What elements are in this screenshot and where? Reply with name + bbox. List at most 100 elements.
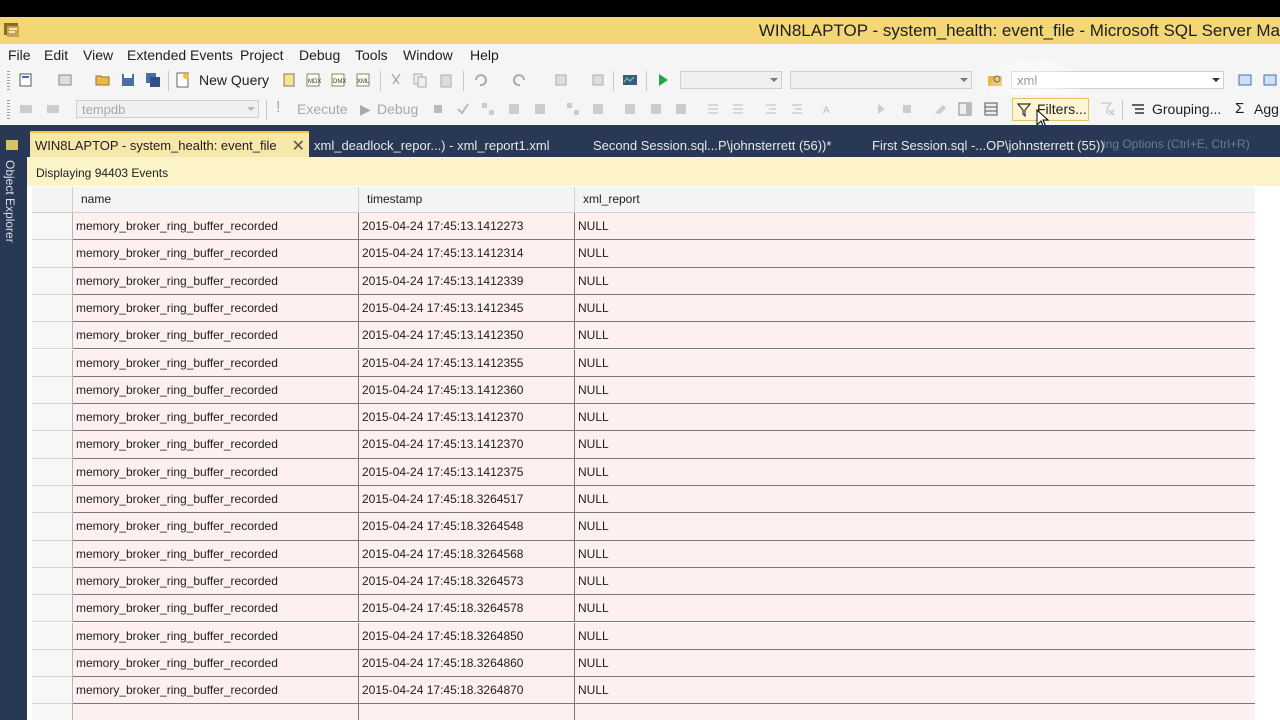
table-row[interactable]: memory_broker_ring_buffer_recorded 2015-0… [32,376,1256,405]
menu-tools[interactable]: Tools [353,46,390,64]
menu-project[interactable]: Project [238,46,286,64]
dmx-query-icon[interactable]: DMX [330,72,346,88]
cell-timestamp[interactable]: 2015-04-24 17:45:18.3264573 [359,567,575,596]
cell-xml-report[interactable]: NULL [575,595,1256,623]
cell-name[interactable]: memory_broker_ring_buffer_recorded [73,349,359,377]
object-explorer-icon[interactable] [1262,72,1278,88]
table-row[interactable]: memory_broker_ring_buffer_recorded 2015-0… [32,349,1256,377]
table-row[interactable]: memory_broker_ring_buffer_recorded 2015-0… [32,294,1256,323]
row-header[interactable] [32,267,73,295]
specify-values-icon[interactable]: A [822,101,838,117]
menu-view[interactable]: View [81,46,115,64]
cell-timestamp[interactable]: 2015-04-24 17:45:18.3264578 [359,595,575,623]
close-icon[interactable]: ✕ [292,136,305,156]
events-grid[interactable]: name timestamp xml_report memory_broker_… [32,187,1256,720]
xmla-query-icon[interactable]: XML [355,72,371,88]
grouping-button[interactable]: Grouping... [1152,101,1221,117]
save-all-icon[interactable] [145,72,161,88]
table-cell[interactable] [359,704,575,720]
cell-name[interactable]: memory_broker_ring_buffer_recorded [73,677,359,705]
table-row[interactable]: memory_broker_ring_buffer_recorded 2015-0… [32,213,1256,241]
cell-name[interactable]: memory_broker_ring_buffer_recorded [73,404,359,432]
filters-button[interactable]: Filters... [1012,98,1089,121]
start-icon[interactable] [655,72,671,88]
clear-filters-icon[interactable] [1099,101,1115,117]
row-header[interactable] [32,240,73,268]
table-row[interactable]: memory_broker_ring_buffer_recorded 2015-0… [32,267,1256,295]
cell-timestamp[interactable]: 2015-04-24 17:45:13.1412360 [359,376,575,405]
solution-platform-dropdown[interactable] [790,71,972,89]
row-header[interactable] [32,431,73,459]
include-plan-icon[interactable] [565,101,581,117]
navigate-backward-icon[interactable] [553,72,569,88]
cell-name[interactable]: memory_broker_ring_buffer_recorded [73,649,359,678]
row-header[interactable] [32,567,73,596]
save-icon[interactable] [120,72,136,88]
table-row[interactable]: memory_broker_ring_buffer_recorded 2015-0… [32,513,1256,541]
activity-monitor-icon[interactable] [622,72,638,88]
cell-xml-report[interactable]: NULL [575,431,1256,459]
results-to-grid-icon[interactable] [648,101,664,117]
cell-name[interactable]: memory_broker_ring_buffer_recorded [73,376,359,405]
cell-name[interactable]: memory_broker_ring_buffer_recorded [73,486,359,514]
cell-name[interactable]: memory_broker_ring_buffer_recorded [73,540,359,568]
choose-columns-icon[interactable] [983,101,999,117]
open-folder-icon[interactable] [95,72,111,88]
object-explorer-pin-icon[interactable] [4,137,20,153]
row-header[interactable] [32,595,73,623]
table-row[interactable]: memory_broker_ring_buffer_recorded 2015-0… [32,486,1256,514]
row-header[interactable] [32,622,73,650]
cell-timestamp[interactable]: 2015-04-24 17:45:18.3264870 [359,677,575,705]
connect-icon[interactable] [18,101,34,117]
redo-icon[interactable] [512,72,528,88]
new-query-icon[interactable] [175,72,191,88]
column-header-timestamp[interactable]: timestamp [359,187,575,212]
cell-xml-report[interactable]: NULL [575,294,1256,323]
cell-timestamp[interactable]: 2015-04-24 17:45:18.3264850 [359,622,575,650]
menu-help[interactable]: Help [468,46,501,64]
cell-xml-report[interactable]: NULL [575,513,1256,541]
cell-xml-report[interactable]: NULL [575,677,1256,705]
column-header-xml-report[interactable]: xml_report [575,187,1256,212]
toolbar-grip[interactable] [7,71,10,91]
display-plan-icon[interactable] [480,101,496,117]
menu-window[interactable]: Window [401,46,455,64]
table-row[interactable]: memory_broker_ring_buffer_recorded 2015-0… [32,240,1256,268]
table-row[interactable]: memory_broker_ring_buffer_recorded 2015-0… [32,458,1256,486]
row-header[interactable] [32,486,73,514]
row-header[interactable] [32,458,73,486]
debug-button[interactable]: Debug [377,101,418,117]
table-row[interactable] [32,704,1256,720]
add-item-icon[interactable] [57,72,73,88]
cut-icon[interactable] [388,72,404,88]
intellisense-icon[interactable] [532,101,548,117]
menu-file[interactable]: File [6,46,33,64]
tab-second-session[interactable]: Second Session.sql...P\johnsterrett (56)… [588,133,848,157]
undo-icon[interactable] [472,72,488,88]
tab-xml-report[interactable]: xml_deadlock_repor...) - xml_report1.xml [309,133,569,157]
cell-xml-report[interactable]: NULL [575,267,1256,295]
cell-name[interactable]: memory_broker_ring_buffer_recorded [73,213,359,241]
solution-configuration-dropdown[interactable] [680,71,782,89]
comment-out-icon[interactable] [705,101,721,117]
cell-timestamp[interactable]: 2015-04-24 17:45:18.3264517 [359,486,575,514]
cell-xml-report[interactable]: NULL [575,404,1256,432]
row-header[interactable] [32,513,73,541]
table-row[interactable]: memory_broker_ring_buffer_recorded 2015-0… [32,567,1256,596]
table-cell[interactable] [73,704,359,720]
cell-xml-report[interactable]: NULL [575,622,1256,650]
cell-name[interactable]: memory_broker_ring_buffer_recorded [73,240,359,268]
new-query-button[interactable]: New Query [199,72,269,88]
cell-xml-report[interactable]: NULL [575,458,1256,486]
cell-timestamp[interactable]: 2015-04-24 17:45:13.1412375 [359,458,575,486]
cell-timestamp[interactable]: 2015-04-24 17:45:13.1412370 [359,404,575,432]
increase-indent-icon[interactable] [789,101,805,117]
cell-xml-report[interactable]: NULL [575,567,1256,596]
stop-data-feed-icon[interactable] [899,101,915,117]
row-header[interactable] [32,704,73,720]
row-header[interactable] [32,404,73,432]
registered-servers-icon[interactable] [1237,72,1253,88]
row-header[interactable] [32,294,73,323]
cell-timestamp[interactable]: 2015-04-24 17:45:13.1412350 [359,322,575,350]
cell-timestamp[interactable]: 2015-04-24 17:45:18.3264548 [359,513,575,541]
